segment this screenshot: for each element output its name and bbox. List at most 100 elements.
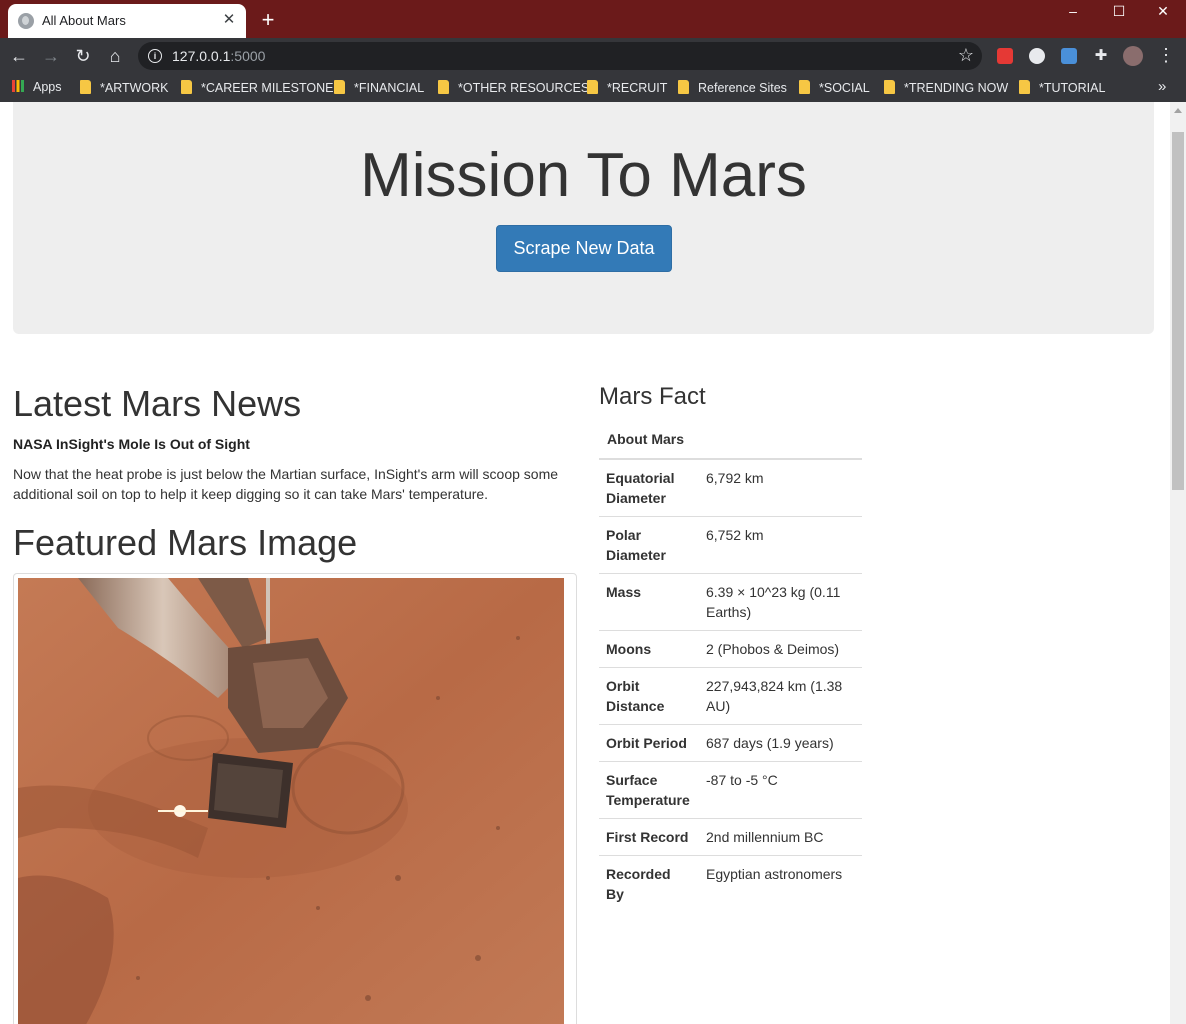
mars-fact-heading: Mars Fact: [599, 383, 706, 410]
fact-key: Surface Temperature: [599, 761, 699, 819]
extension-icon[interactable]: [1029, 48, 1045, 64]
bookmark-label: *CAREER MILESTONE: [201, 81, 334, 95]
table-row: Orbit Distance 227,943,824 km (1.38 AU): [599, 667, 862, 725]
fact-value: 227,943,824 km (1.38 AU): [699, 667, 862, 725]
folder-icon: [884, 80, 895, 94]
folder-icon: [587, 80, 598, 94]
menu-icon[interactable]: ⋮: [1156, 44, 1176, 66]
fact-key: Orbit Distance: [599, 667, 699, 725]
url-text[interactable]: 127.0.0.1:5000: [172, 48, 265, 64]
table-row: Polar Diameter 6,752 km: [599, 516, 862, 574]
bookmark-label: *ARTWORK: [100, 81, 169, 95]
reload-icon[interactable]: ↻: [72, 45, 94, 67]
folder-icon: [181, 80, 192, 94]
bookmark-folder[interactable]: *SOCIAL: [799, 80, 870, 96]
url-host: 127.0.0.1: [172, 48, 231, 64]
bookmark-folder[interactable]: *FINANCIAL: [334, 80, 424, 96]
fact-value: 2nd millennium BC: [699, 818, 862, 856]
news-paragraph: Now that the heat probe is just below th…: [13, 466, 559, 502]
news-title: NASA InSight's Mole Is Out of Sight: [13, 436, 250, 452]
fact-value: 6,792 km: [699, 458, 862, 517]
hero-banner: Mission To Mars Scrape New Data: [13, 102, 1154, 334]
bookmark-label: *FINANCIAL: [354, 81, 425, 95]
fact-key: Orbit Period: [599, 724, 699, 762]
scrape-button[interactable]: Scrape New Data: [496, 225, 672, 272]
bookmark-label: *SOCIAL: [819, 81, 870, 95]
bookmark-label: Reference Sites: [698, 81, 787, 95]
extension-icon-2[interactable]: [1061, 48, 1077, 64]
bookmark-label: *TUTORIAL: [1039, 81, 1106, 95]
globe-icon: [18, 13, 34, 29]
scroll-thumb[interactable]: [1172, 132, 1184, 490]
bookmark-label: *TRENDING NOW: [904, 81, 1009, 95]
bookmark-folder[interactable]: *OTHER RESOURCES: [438, 80, 589, 96]
browser-titlebar: All About Mars ✕ + – ☐ ✕: [0, 0, 1186, 38]
bookmark-folder[interactable]: *TRENDING NOW: [884, 80, 1008, 96]
minimize-button[interactable]: –: [1050, 0, 1096, 24]
fact-value: Egyptian astronomers: [699, 855, 862, 912]
featured-mars-image[interactable]: [18, 578, 564, 1024]
page-viewport: Mission To Mars Scrape New Data Latest M…: [0, 102, 1170, 1024]
new-tab-button[interactable]: +: [256, 8, 280, 32]
fact-key: Mass: [599, 573, 699, 631]
fact-value: 6,752 km: [699, 516, 862, 574]
fact-key: First Record: [599, 818, 699, 856]
featured-image-heading: Featured Mars Image: [13, 522, 358, 563]
folder-icon: [678, 80, 689, 94]
mars-fact-table: About Mars Equatorial Diameter 6,792 km P…: [599, 420, 862, 912]
bookmark-folder[interactable]: *CAREER MILESTONE: [181, 80, 333, 96]
close-tab-icon[interactable]: ✕: [220, 11, 238, 29]
fact-value: 687 days (1.9 years): [699, 724, 862, 762]
url-port: :5000: [230, 48, 266, 64]
fact-value: -87 to -5 °C: [699, 761, 862, 819]
site-info-icon[interactable]: i: [148, 49, 162, 63]
more-bookmarks-icon[interactable]: »: [1158, 78, 1166, 95]
folder-icon: [1019, 80, 1030, 94]
bookmark-apps[interactable]: Apps: [12, 80, 62, 96]
bookmark-label: *RECRUIT: [607, 81, 668, 95]
fact-value: 2 (Phobos & Deimos): [699, 630, 862, 668]
bookmark-folder[interactable]: *RECRUIT: [587, 80, 667, 96]
apps-label: Apps: [33, 80, 62, 94]
folder-icon: [80, 80, 91, 94]
fact-key: Polar Diameter: [599, 516, 699, 574]
browser-tab[interactable]: All About Mars ✕: [8, 4, 246, 38]
address-bar[interactable]: i 127.0.0.1:5000 ☆: [138, 42, 982, 70]
bookmark-folder[interactable]: *ARTWORK: [80, 80, 169, 96]
table-row: Mass 6.39 × 10^23 kg (0.11 Earths): [599, 573, 862, 631]
tab-title: All About Mars: [42, 13, 126, 28]
page-scrollbar[interactable]: [1170, 102, 1186, 1024]
bookmark-folder[interactable]: *TUTORIAL: [1019, 80, 1105, 96]
back-icon[interactable]: ←: [8, 45, 30, 67]
bookmark-folder[interactable]: Reference Sites: [678, 80, 787, 96]
table-row: Recorded By Egyptian astronomers: [599, 855, 862, 912]
close-window-button[interactable]: ✕: [1140, 0, 1186, 24]
bookmark-label: *OTHER RESOURCES: [458, 81, 590, 95]
fact-key: Recorded By: [599, 855, 699, 912]
fact-value: 6.39 × 10^23 kg (0.11 Earths): [699, 573, 862, 631]
bookmark-star-icon[interactable]: ☆: [958, 45, 974, 66]
table-row: Surface Temperature -87 to -5 °C: [599, 761, 862, 819]
apps-grid-icon: [12, 80, 24, 92]
folder-icon: [799, 80, 810, 94]
pdf-extension-icon[interactable]: [997, 48, 1013, 64]
page-title: Mission To Mars: [360, 141, 807, 210]
browser-toolbar: ← → ↻ ⌂ i 127.0.0.1:5000 ☆ ✚ ⋮: [0, 38, 1186, 74]
table-header-row: About Mars: [599, 420, 862, 460]
home-icon[interactable]: ⌂: [104, 45, 126, 67]
table-row: First Record 2nd millennium BC: [599, 818, 862, 856]
folder-icon: [334, 80, 345, 94]
scroll-up-arrow-icon[interactable]: [1174, 108, 1182, 113]
fact-key: Equatorial Diameter: [599, 458, 699, 517]
puzzle-icon[interactable]: ✚: [1093, 48, 1109, 64]
table-header: About Mars: [599, 420, 862, 460]
bookmarks-bar: Apps *ARTWORK *CAREER MILESTONE *FINANCI…: [0, 74, 1186, 102]
maximize-button[interactable]: ☐: [1096, 0, 1142, 24]
folder-icon: [438, 80, 449, 94]
avatar[interactable]: [1123, 46, 1143, 66]
news-heading: Latest Mars News: [13, 383, 302, 424]
table-row: Moons 2 (Phobos & Deimos): [599, 630, 862, 668]
forward-icon[interactable]: →: [40, 45, 62, 67]
table-row: Orbit Period 687 days (1.9 years): [599, 724, 862, 762]
table-row: Equatorial Diameter 6,792 km: [599, 458, 862, 517]
